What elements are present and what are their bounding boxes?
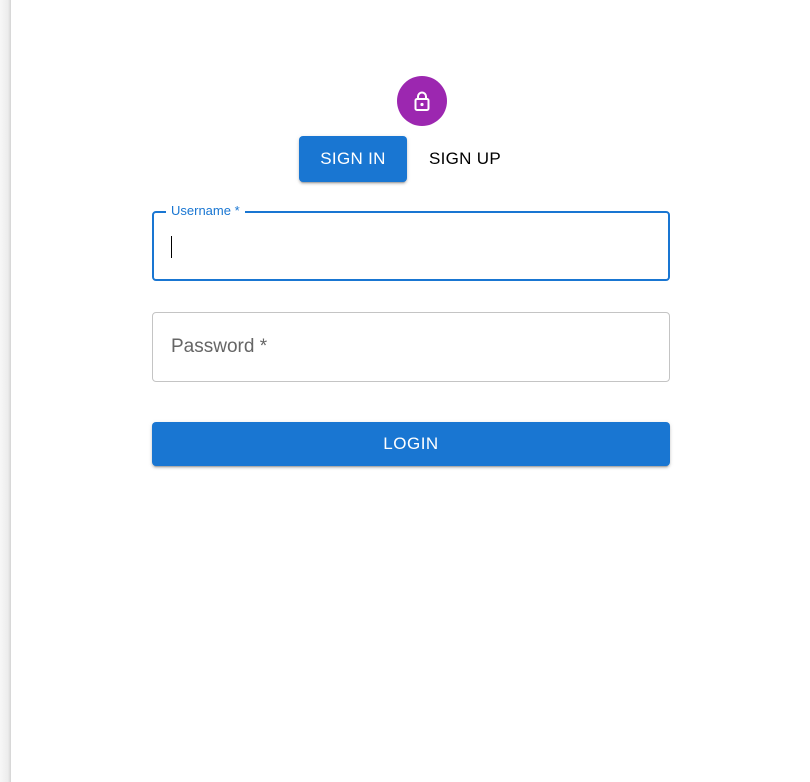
lock-icon xyxy=(410,89,434,113)
text-cursor xyxy=(171,236,172,258)
sign-in-tab[interactable]: SIGN IN xyxy=(299,136,407,182)
login-button[interactable]: LOGIN xyxy=(152,422,670,466)
sign-up-tab[interactable]: SIGN UP xyxy=(415,136,515,182)
username-field[interactable]: Username * xyxy=(152,203,670,281)
window-edge xyxy=(0,0,11,782)
username-input[interactable] xyxy=(154,213,668,279)
avatar xyxy=(397,76,447,126)
password-input[interactable] xyxy=(153,313,669,381)
page xyxy=(11,0,810,782)
password-field[interactable]: Password * xyxy=(152,312,670,382)
